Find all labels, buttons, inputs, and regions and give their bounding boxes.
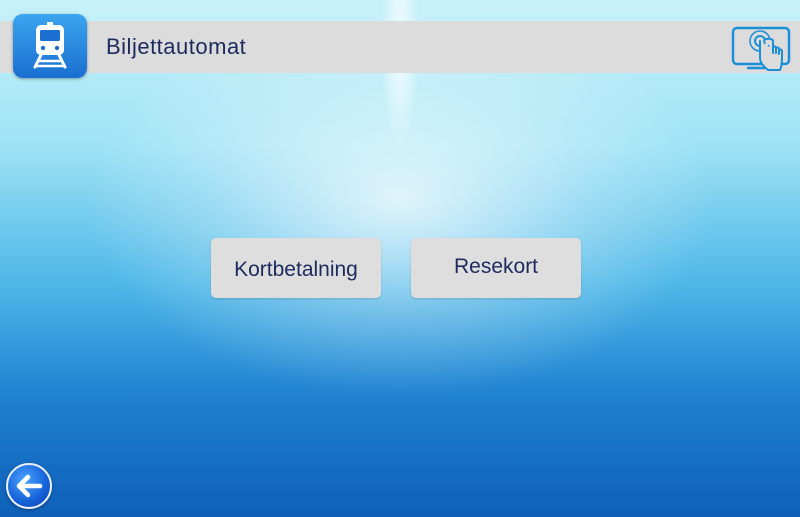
- train-icon: [13, 14, 87, 78]
- back-arrow-icon: [16, 474, 43, 498]
- page-title: Biljettautomat: [106, 34, 247, 59]
- card-payment-button[interactable]: Kortbetalning: [211, 238, 381, 298]
- travel-card-button[interactable]: Resekort: [411, 238, 581, 298]
- touch-screen-icon[interactable]: [730, 24, 792, 74]
- touch-screen-icon-graphic: [731, 26, 791, 71]
- ticket-machine-screen: Biljettautomat Kortbetalning Resekort: [0, 0, 800, 517]
- train-icon-graphic: [33, 22, 67, 69]
- back-button[interactable]: [6, 463, 52, 509]
